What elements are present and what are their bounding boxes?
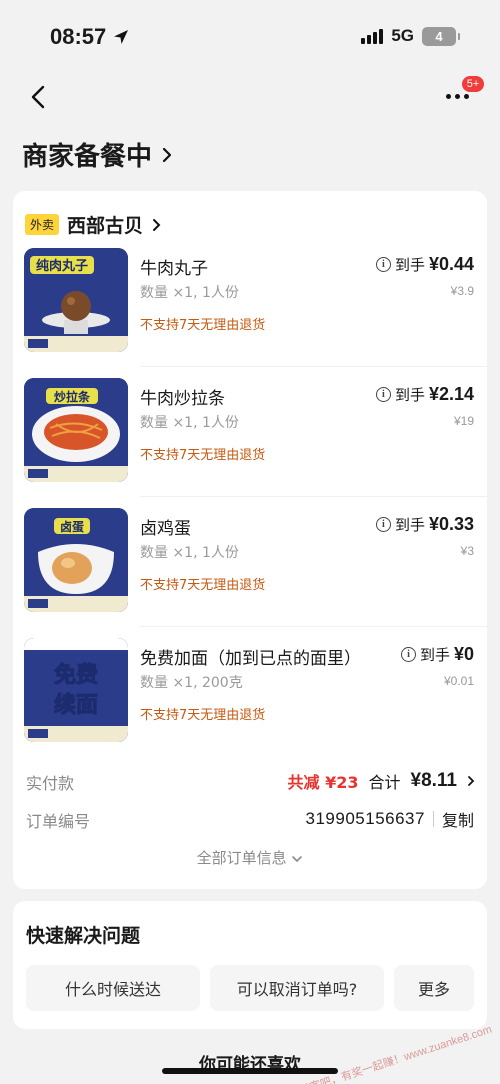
total-amount: ¥8.11	[410, 770, 458, 791]
home-indicator[interactable]	[162, 1068, 338, 1074]
item-quantity: 数量 ×1, 200克	[140, 675, 243, 691]
item-quantity: 数量 ×1, 1人份	[140, 545, 239, 561]
info-icon[interactable]: i	[375, 517, 391, 532]
item-image-label: 续面	[54, 692, 98, 718]
item-original-price: ¥19	[453, 414, 474, 428]
location-arrow-icon	[114, 30, 129, 44]
item-quantity: 数量 ×1, 1人份	[140, 415, 239, 431]
order-card: 外卖 西部古贝 纯肉丸子 牛肉丸子 数量 ×1, 1人份 不支持7天无理由退货 …	[13, 191, 487, 889]
order-number-row: 319905156637 复制	[306, 807, 474, 831]
item-name: 牛肉炒拉条	[140, 389, 225, 409]
chevron-right-icon	[468, 776, 475, 786]
item-price: i 到手 ¥2.14	[375, 384, 474, 405]
store-header[interactable]: 外卖 西部古贝	[25, 211, 161, 238]
all-order-info-label: 全部订单信息	[196, 849, 287, 867]
item-image: 纯肉丸子	[24, 248, 128, 352]
price-label: 到手	[394, 386, 425, 404]
copy-button[interactable]: 复制	[442, 807, 474, 831]
item-return-policy: 不支持7天无理由退货	[140, 708, 266, 723]
order-status-title[interactable]: 商家备餐中	[22, 136, 174, 173]
item-image: 炒拉条	[24, 378, 128, 482]
quick-button-cancel-order[interactable]: 可以取消订单吗?	[210, 965, 384, 1011]
item-original-price: ¥3	[460, 544, 474, 558]
chevron-left-icon	[31, 85, 45, 109]
item-original-price: ¥0.01	[443, 674, 474, 688]
order-item[interactable]: 炒拉条 牛肉炒拉条 数量 ×1, 1人份 不支持7天无理由退货 i 到手 ¥2.…	[13, 378, 487, 508]
delivery-tag: 外卖	[25, 214, 60, 235]
quick-button-more[interactable]: 更多	[394, 965, 474, 1011]
item-price: i 到手 ¥0	[400, 644, 474, 665]
price-label: 到手	[394, 256, 425, 274]
signal-icon	[361, 28, 384, 44]
page-title: 商家备餐中	[22, 142, 153, 172]
battery-level: 4	[435, 28, 443, 44]
item-return-policy: 不支持7天无理由退货	[140, 318, 266, 333]
item-image: 免费 续面	[24, 638, 128, 742]
chevron-down-icon	[292, 855, 303, 862]
quick-help-title: 快速解决问题	[26, 925, 141, 947]
item-quantity: 数量 ×1, 1人份	[140, 285, 239, 301]
price-label: 到手	[394, 516, 425, 534]
order-number: 319905156637	[305, 809, 425, 828]
status-bar: 08:57 5G 4	[0, 0, 500, 72]
price-value: ¥2.14	[428, 384, 474, 404]
total-label: 合计	[368, 773, 401, 792]
price-value: ¥0	[453, 644, 474, 664]
item-image-label: 炒拉条	[54, 389, 91, 404]
divider	[140, 496, 487, 497]
divider	[140, 366, 487, 367]
price-value: ¥0.44	[428, 254, 474, 274]
order-item[interactable]: 免费 续面 免费加面（加到已点的面里） 数量 ×1, 200克 不支持7天无理由…	[13, 638, 487, 768]
item-image-label: 卤蛋	[60, 519, 84, 534]
total-row[interactable]: 共减 ¥23 合计 ¥8.11	[288, 769, 476, 793]
chevron-right-icon	[153, 218, 161, 231]
item-image-label: 免费	[54, 662, 98, 688]
network-label: 5G	[391, 26, 414, 45]
price-value: ¥0.33	[428, 514, 474, 534]
item-return-policy: 不支持7天无理由退货	[140, 448, 266, 463]
item-image: 卤蛋	[24, 508, 128, 612]
order-number-label: 订单编号	[26, 812, 91, 831]
store-name: 西部古贝	[67, 215, 144, 237]
item-image-label: 纯肉丸子	[36, 258, 88, 274]
quick-help-card: 快速解决问题 什么时候送达 可以取消订单吗? 更多	[13, 901, 487, 1029]
divider	[140, 626, 487, 627]
item-price: i 到手 ¥0.44	[375, 254, 474, 275]
item-name: 牛肉丸子	[140, 259, 208, 279]
item-name: 免费加面（加到已点的面里）	[140, 649, 361, 669]
quick-button-delivery-time[interactable]: 什么时候送达	[26, 965, 200, 1011]
status-time-text: 08:57	[50, 24, 107, 49]
info-icon[interactable]: i	[400, 647, 416, 662]
status-time: 08:57	[50, 24, 130, 50]
info-icon[interactable]: i	[375, 387, 391, 402]
item-return-policy: 不支持7天无理由退货	[140, 578, 266, 593]
chevron-right-icon	[162, 147, 172, 162]
paid-label: 实付款	[26, 774, 75, 793]
battery-icon: 4	[422, 26, 460, 46]
item-name: 卤鸡蛋	[140, 519, 191, 539]
info-icon[interactable]: i	[375, 257, 391, 272]
order-item[interactable]: 纯肉丸子 牛肉丸子 数量 ×1, 1人份 不支持7天无理由退货 i 到手 ¥0.…	[13, 248, 487, 378]
item-price: i 到手 ¥0.33	[375, 514, 474, 535]
notification-badge: 5+	[462, 76, 484, 92]
price-label: 到手	[419, 646, 450, 664]
more-button[interactable]: 5+	[442, 76, 484, 112]
order-item[interactable]: 卤蛋 卤鸡蛋 数量 ×1, 1人份 不支持7天无理由退货 i 到手 ¥0.33 …	[13, 508, 487, 638]
all-order-info-toggle[interactable]: 全部订单信息	[13, 847, 487, 868]
item-original-price: ¥3.9	[450, 284, 474, 298]
back-button[interactable]	[24, 82, 54, 112]
more-dots-icon	[446, 94, 469, 99]
divider	[432, 811, 434, 827]
discount-amount: 共减 ¥23	[287, 773, 359, 792]
